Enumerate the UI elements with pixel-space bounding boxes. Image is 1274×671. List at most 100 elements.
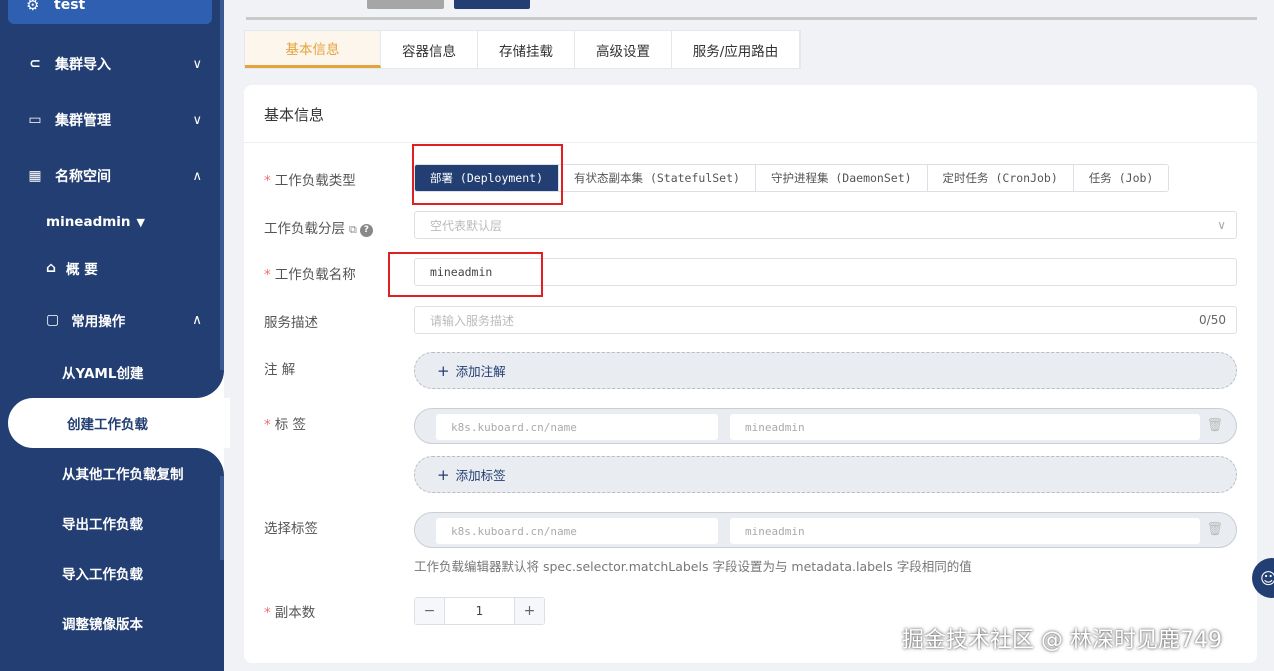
tab-service-routing[interactable]: 服务/应用路由: [672, 31, 800, 68]
sidebar-item-label: 名称空间: [55, 169, 111, 185]
workload-type-daemonset[interactable]: 守护进程集 (DaemonSet): [755, 165, 928, 191]
tab-container-info[interactable]: 容器信息: [381, 31, 478, 68]
chevron-up-icon: ∧: [192, 168, 202, 184]
chevron-up-icon: ∧: [192, 312, 202, 328]
labels-label: * 标 签: [264, 413, 306, 433]
chevron-down-icon: ∨: [1217, 218, 1226, 232]
workload-type-label: * 工作负载类型: [264, 169, 356, 189]
workload-layer-select[interactable]: 空代表默认层 ∨: [414, 211, 1237, 239]
workload-type-job[interactable]: 任务 (Job): [1073, 165, 1169, 191]
required-mark: *: [264, 173, 271, 189]
workload-type-statefulset[interactable]: 有状态副本集 (StatefulSet): [559, 165, 756, 191]
sidebar-item-label: 导入工作负载: [62, 567, 143, 583]
card-divider: [244, 142, 1257, 143]
label-key-input[interactable]: k8s.kuboard.cn/name: [436, 414, 718, 440]
toolbar-button-primary[interactable]: [454, 0, 530, 9]
sidebar-item-test[interactable]: ⚙ test: [8, 0, 212, 24]
sidebar-item-label: 调整镜像版本: [62, 617, 143, 633]
add-label-button[interactable]: + 添加标签: [414, 456, 1237, 493]
sidebar-item-label: 从YAML创建: [62, 366, 144, 382]
trash-icon[interactable]: 🗑: [1206, 418, 1223, 433]
required-mark: *: [264, 417, 271, 433]
sidebar: ⚙ test ⊂ 集群导入 ∨ ▭ 集群管理 ∨ ▦ 名称空间 ∧ minead…: [0, 0, 230, 671]
increment-button[interactable]: +: [514, 598, 544, 624]
sidebar-item-label: 从其他工作负载复制: [62, 467, 184, 483]
sidebar-item-from-yaml[interactable]: 从YAML创建: [0, 352, 224, 392]
label-text: 标 签: [274, 417, 307, 433]
sidebar-item-copy-workload[interactable]: 从其他工作负载复制: [0, 453, 224, 493]
sidebar-item-adjust-image[interactable]: 调整镜像版本: [0, 603, 224, 643]
selector-hint: 工作负载编辑器默认将 spec.selector.matchLabels 字段设…: [414, 559, 972, 574]
chevron-down-icon: ∨: [192, 56, 202, 72]
label-text: 工作负载名称: [274, 267, 356, 283]
sidebar-item-label: 常用操作: [71, 314, 126, 330]
chevron-down-icon: ∨: [192, 112, 202, 128]
label-text: 工作负载类型: [274, 173, 356, 189]
namespace-selector[interactable]: mineadmin ▼: [0, 202, 224, 242]
sidebar-item-overview[interactable]: ⌂ 概 要: [0, 248, 224, 288]
link-icon: ⊂: [29, 56, 41, 72]
box-icon: ▭: [28, 112, 42, 128]
sidebar-item-label: test: [54, 0, 86, 13]
plus-icon: +: [437, 465, 450, 484]
required-mark: *: [264, 267, 271, 283]
workload-type-cronjob[interactable]: 定时任务 (CronJob): [927, 165, 1074, 191]
input-placeholder: 请输入服务描述: [430, 313, 515, 328]
tab-basic-info[interactable]: 基本信息: [245, 31, 381, 68]
highlight-box-workload-name: [388, 252, 543, 297]
sidebar-item-export-workload[interactable]: 导出工作负载: [0, 503, 224, 543]
sidebar-item-label: 创建工作负载: [67, 417, 148, 433]
select-placeholder: 空代表默认层: [430, 218, 503, 233]
button-label: 添加标签: [455, 468, 506, 483]
sidebar-item-label: 集群导入: [55, 57, 111, 73]
sidebar-item-common-ops[interactable]: ▢ 常用操作 ∧: [0, 300, 224, 340]
sidebar-item-cluster-import[interactable]: ⊂ 集群导入 ∨: [0, 44, 224, 84]
toolbar-button-secondary[interactable]: [367, 0, 444, 9]
sidebar-item-label: 导出工作负载: [62, 517, 143, 533]
gear-icon: ⚙: [26, 0, 40, 14]
label-row: k8s.kuboard.cn/name mineadmin 🗑: [414, 408, 1237, 444]
selector-label: 选择标签: [264, 521, 318, 537]
sidebar-item-cluster-manage[interactable]: ▭ 集群管理 ∨: [0, 100, 224, 140]
caret-down-icon: ▼: [136, 215, 146, 229]
sidebar-item-create-workload[interactable]: 创建工作负载: [8, 398, 230, 448]
trash-icon[interactable]: 🗑: [1206, 522, 1223, 537]
sidebar-item-import-workload[interactable]: 导入工作负载: [0, 553, 224, 593]
char-counter: 0/50: [1199, 313, 1226, 327]
replicas-value[interactable]: 1: [445, 598, 514, 624]
replicas-stepper: − 1 +: [414, 597, 545, 625]
sidebar-item-label: 集群管理: [55, 113, 111, 129]
selector-key-input[interactable]: k8s.kuboard.cn/name: [436, 518, 718, 544]
tab-advanced-settings[interactable]: 高级设置: [575, 31, 672, 68]
sidebar-item-namespace[interactable]: ▦ 名称空间 ∧: [0, 156, 224, 196]
replicas-label: * 副本数: [264, 601, 315, 621]
tab-storage-mount[interactable]: 存储挂载: [478, 31, 575, 68]
namespace-name: mineadmin: [46, 214, 131, 230]
active-corner-top: [196, 370, 224, 398]
button-label: 添加注解: [455, 364, 506, 379]
form-tabs: 基本信息 容器信息 存储挂载 高级设置 服务/应用路由: [244, 30, 801, 69]
highlight-box-workload-type: [412, 144, 563, 205]
service-desc-label: 服务描述: [264, 315, 318, 331]
decrement-button[interactable]: −: [415, 598, 445, 624]
basic-info-card: 基本信息 * 工作负载类型 部署 (Deployment) 有状态副本集 (Sta…: [244, 85, 1257, 663]
toolbar-divider: [246, 17, 1257, 20]
required-mark: *: [264, 605, 271, 621]
selector-value-input[interactable]: mineadmin: [730, 518, 1200, 544]
watermark: 掘金技术社区 @ 林深时见鹿749: [902, 628, 1222, 653]
card-title: 基本信息: [264, 106, 325, 124]
help-icon[interactable]: ?: [359, 224, 373, 237]
selector-row: k8s.kuboard.cn/name mineadmin 🗑: [414, 512, 1237, 548]
workload-name-label: * 工作负载名称: [264, 263, 356, 283]
label-text: 工作负载分层: [264, 221, 345, 237]
home-icon: ⌂: [46, 260, 57, 276]
label-value-input[interactable]: mineadmin: [730, 414, 1200, 440]
folder-icon: ▢: [46, 312, 60, 328]
grid-icon: ▦: [28, 168, 42, 184]
annotation-label: 注 解: [264, 362, 296, 378]
sidebar-item-label: 概 要: [66, 262, 98, 278]
service-desc-input[interactable]: 请输入服务描述 0/50: [414, 306, 1237, 334]
external-link-icon[interactable]: ⧉: [349, 223, 357, 236]
label-text: 副本数: [274, 605, 316, 621]
add-annotation-button[interactable]: + 添加注解: [414, 352, 1237, 389]
